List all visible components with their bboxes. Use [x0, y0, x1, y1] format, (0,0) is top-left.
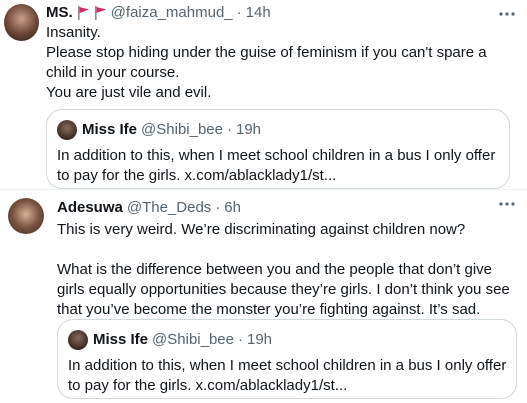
tweet[interactable]: Adesuwa @The_Deds · 6h This is very weir… [0, 190, 527, 403]
red-flag-icon [77, 6, 89, 20]
avatar[interactable] [4, 4, 39, 41]
tweet-text: This is very weird. We’re discriminating… [57, 220, 517, 320]
quoted-author-handle: @Shibi_bee [141, 121, 223, 138]
tweet-paragraph: You are just vile and evil. [46, 84, 212, 101]
more-horizontal-icon[interactable] [497, 6, 517, 22]
tweet-header: Adesuwa @The_Deds · 6h [57, 198, 241, 218]
tweet-paragraph: Insanity. [46, 24, 101, 41]
tweet-text: Insanity. Please stop hiding under the g… [46, 23, 516, 103]
avatar[interactable] [8, 198, 44, 234]
quoted-author-handle: @Shibi_bee [152, 331, 234, 348]
timestamp[interactable]: 6h [224, 198, 241, 218]
more-horizontal-icon[interactable] [497, 196, 517, 212]
author-handle[interactable]: @faiza_mahmud_ [111, 3, 233, 23]
tweet-paragraph: This is very weird. We’re discriminating… [57, 221, 466, 238]
avatar [68, 330, 88, 350]
timestamp[interactable]: 14h [246, 3, 271, 23]
quoted-tweet-text: In addition to this, when I meet school … [68, 357, 507, 394]
quoted-timestamp: 19h [246, 331, 273, 348]
tweet-paragraph: Please stop hiding under the guise of fe… [46, 44, 487, 81]
quoted-tweet-text: In addition to this, when I meet school … [57, 147, 496, 184]
separator-dot: · [237, 331, 243, 348]
quoted-timestamp: 19h [235, 121, 262, 138]
author-name[interactable]: Adesuwa [57, 198, 123, 218]
quoted-tweet-header: Miss Ife @Shibi_bee · 19h [68, 330, 272, 350]
separator-dot: · [226, 121, 232, 138]
red-flag-icon [94, 6, 106, 20]
quoted-tweet[interactable]: Miss Ife @Shibi_bee · 19h In addition to… [46, 109, 510, 189]
separator-dot: · [236, 4, 242, 21]
quoted-author-name: Miss Ife [82, 121, 138, 138]
quoted-tweet[interactable]: Miss Ife @Shibi_bee · 19h In addition to… [57, 319, 517, 399]
author-name[interactable]: MS. [46, 3, 73, 23]
author-handle[interactable]: @The_Deds [127, 198, 211, 218]
tweet[interactable]: MS. @faiza_mahmud_ · 14h Insanity. Pleas… [0, 0, 527, 189]
tweet-paragraph: What is the difference between you and t… [57, 261, 510, 318]
tweet-header: MS. @faiza_mahmud_ · 14h [46, 3, 271, 23]
avatar [57, 120, 77, 140]
separator-dot: · [215, 199, 221, 216]
quoted-author-name: Miss Ife [93, 331, 149, 348]
quoted-tweet-header: Miss Ife @Shibi_bee · 19h [57, 120, 261, 140]
